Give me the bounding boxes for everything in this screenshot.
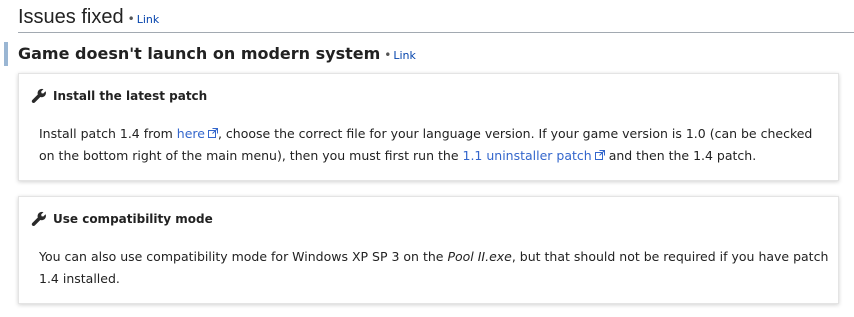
subsection-heading: Game doesn't launch on modern system • Lin… — [4, 41, 844, 67]
subsection-link[interactable]: Link — [393, 49, 416, 62]
fix-card-header: Install the latest patch — [31, 87, 207, 105]
external-link-icon — [594, 150, 605, 160]
external-link-icon — [207, 128, 218, 138]
fix-description: You can also use compatibility mode for … — [39, 246, 829, 290]
section-separator: • — [127, 12, 135, 26]
fix-title: Install the latest patch — [53, 89, 208, 103]
fix-card-header: Use compatibility mode — [31, 210, 213, 228]
fix-card-compatibility-mode: Use compatibility mode You can also use … — [18, 196, 839, 304]
section-link[interactable]: Link — [137, 13, 160, 26]
wrench-icon — [31, 88, 46, 104]
fix-description: Install patch 1.4 from here, choose the … — [39, 123, 829, 167]
subsection-accent-bar — [4, 42, 8, 66]
executable-name: Pool II.exe — [447, 249, 512, 264]
fix-card-install-patch: Install the latest patch Install patch 1… — [18, 73, 839, 181]
page: Issues fixed • Link Game doesn't launch on… — [0, 0, 854, 317]
subsection-heading-text: Game doesn't launch on modern system • Lin… — [18, 44, 416, 63]
wrench-icon — [31, 211, 46, 227]
uninstaller-patch-link[interactable]: 1.1 uninstaller patch — [463, 148, 592, 163]
patch-download-link[interactable]: here — [177, 126, 205, 141]
subsection-title: Game doesn't launch on modern system — [18, 44, 381, 63]
fix-text: You can also use compatibility mode for … — [39, 249, 448, 264]
fix-text: Install patch 1.4 from — [39, 126, 177, 141]
section-title: Issues fixed — [18, 6, 124, 28]
section-heading: Issues fixed • Link — [18, 4, 854, 33]
fix-text: and then the 1.4 patch. — [604, 148, 757, 163]
subsection-separator: • — [384, 48, 392, 62]
fix-title: Use compatibility mode — [53, 212, 213, 226]
